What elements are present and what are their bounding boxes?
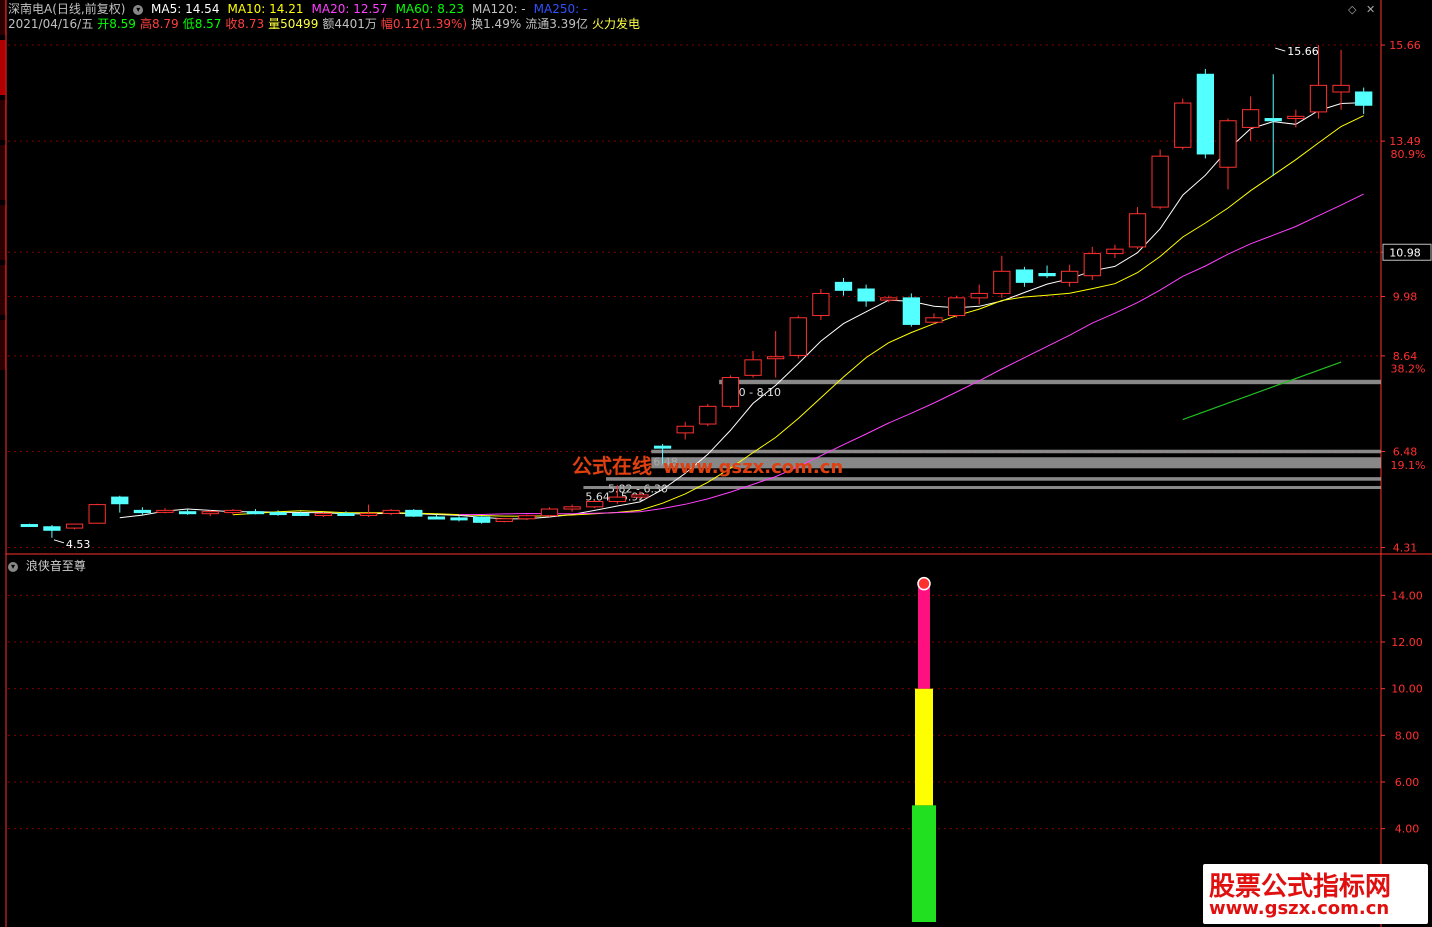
candle-body [970, 292, 988, 299]
candle-body [1151, 155, 1169, 208]
min-marker-label: 4.53 [66, 538, 91, 551]
candle-body [608, 496, 626, 503]
candle-body [1287, 115, 1305, 120]
watermark-text: 公式在线 [572, 454, 652, 478]
min-marker-arrow [53, 539, 65, 544]
brand-url: www.gszx.com.cn [1209, 898, 1390, 919]
candle-body [1083, 253, 1101, 277]
indicator-tick-label: 4.00 [1395, 823, 1420, 836]
main-tick-label: 4.31 [1393, 542, 1418, 555]
indicator-title[interactable]: 浪侠音至尊 [26, 559, 86, 573]
indicator-header: ▾ 浪侠音至尊 [8, 557, 86, 574]
candle-body [993, 270, 1011, 294]
candle-body [1219, 120, 1237, 168]
candle-body [359, 512, 378, 516]
percent-label: 38.2% [1391, 363, 1426, 376]
candle-body [676, 425, 694, 434]
candle-body [314, 512, 332, 516]
candle-body [178, 511, 197, 515]
indicator-bar-segment [918, 583, 930, 689]
candle-body [292, 512, 310, 516]
candle-body [1038, 273, 1056, 277]
indicator-top-marker [917, 576, 931, 591]
candle-body [1241, 109, 1260, 128]
candle-body [563, 506, 581, 510]
main-tick-label: 15.66 [1389, 39, 1421, 52]
candle-body [382, 509, 400, 514]
current-price-label: 10.98 [1389, 246, 1421, 259]
candle-body [337, 512, 355, 516]
candle-body [1128, 213, 1147, 248]
indicator-bar-segment [915, 688, 933, 806]
trend-line [1182, 361, 1342, 421]
max-marker-arrow [1275, 47, 1286, 52]
candle-body [902, 297, 921, 325]
candle-body [744, 359, 762, 376]
candle-body [518, 515, 536, 520]
candle-body [812, 292, 830, 317]
support-zone [583, 486, 1381, 490]
chevron-down-icon[interactable]: ▾ [8, 561, 18, 572]
candle-body [789, 317, 807, 356]
indicator-tick-label: 12.00 [1391, 636, 1423, 649]
candle-body [721, 377, 740, 407]
main-tick-label: 8.64 [1393, 350, 1418, 363]
candle-body [246, 511, 265, 515]
indicator-tick-label: 14.00 [1391, 589, 1423, 602]
watermark: 公式在线 www.gszx.com.cn [572, 450, 843, 479]
candle-body [65, 523, 84, 529]
indicator-bar-segment [912, 805, 936, 922]
candle-body [1264, 118, 1282, 122]
candle-body [495, 518, 513, 522]
candle-body [450, 517, 468, 521]
candle-body [631, 494, 649, 498]
percent-label: 19.1% [1391, 459, 1426, 472]
candle-body [269, 512, 287, 516]
candle-body [699, 405, 717, 425]
main-tick-label: 13.49 [1389, 135, 1421, 148]
candle-body [925, 317, 943, 323]
main-tick-label: 6.48 [1393, 445, 1418, 458]
candle-body [405, 509, 423, 517]
candle-body [472, 516, 491, 523]
candle-body [224, 509, 242, 514]
candle-body [1196, 73, 1215, 155]
watermark-url: www.gszx.com.cn [662, 457, 844, 478]
candle-body [88, 504, 106, 524]
candle-body [156, 509, 174, 513]
candle-body [20, 524, 38, 528]
candle-body [1174, 102, 1192, 148]
indicator-tick-label: 6.00 [1395, 776, 1420, 789]
candle-body [857, 288, 875, 302]
stock-chart-app: 深南电A(日线,前复权) ▾ MA5: 14.54 MA10: 14.21 MA20… [0, 0, 1432, 927]
candle-body [947, 297, 966, 317]
candle-body [133, 509, 152, 514]
candle-body [1015, 269, 1034, 283]
candle-body [1309, 84, 1328, 113]
candle-body [834, 281, 853, 291]
candle-body [111, 496, 129, 505]
candle-body [1332, 84, 1350, 93]
candle-body [1106, 248, 1124, 255]
candle-body [201, 511, 219, 515]
candle-body [427, 516, 446, 520]
indicator-tick-label: 10.00 [1391, 683, 1423, 696]
candle-body [767, 356, 785, 360]
candle-body [43, 526, 61, 531]
candle-body [1061, 270, 1079, 283]
candle-body [540, 508, 559, 517]
max-marker-label: 15.66 [1287, 45, 1319, 58]
candle-body [653, 445, 672, 449]
candle-body [880, 297, 898, 301]
brand-badge: 股票公式指标网 www.gszx.com.cn [1203, 864, 1428, 924]
percent-label: 80.9% [1391, 148, 1426, 161]
candle-body [586, 501, 604, 508]
main-tick-label: 9.98 [1393, 291, 1418, 304]
candle-body [1355, 91, 1373, 106]
indicator-tick-label: 8.00 [1395, 729, 1420, 742]
